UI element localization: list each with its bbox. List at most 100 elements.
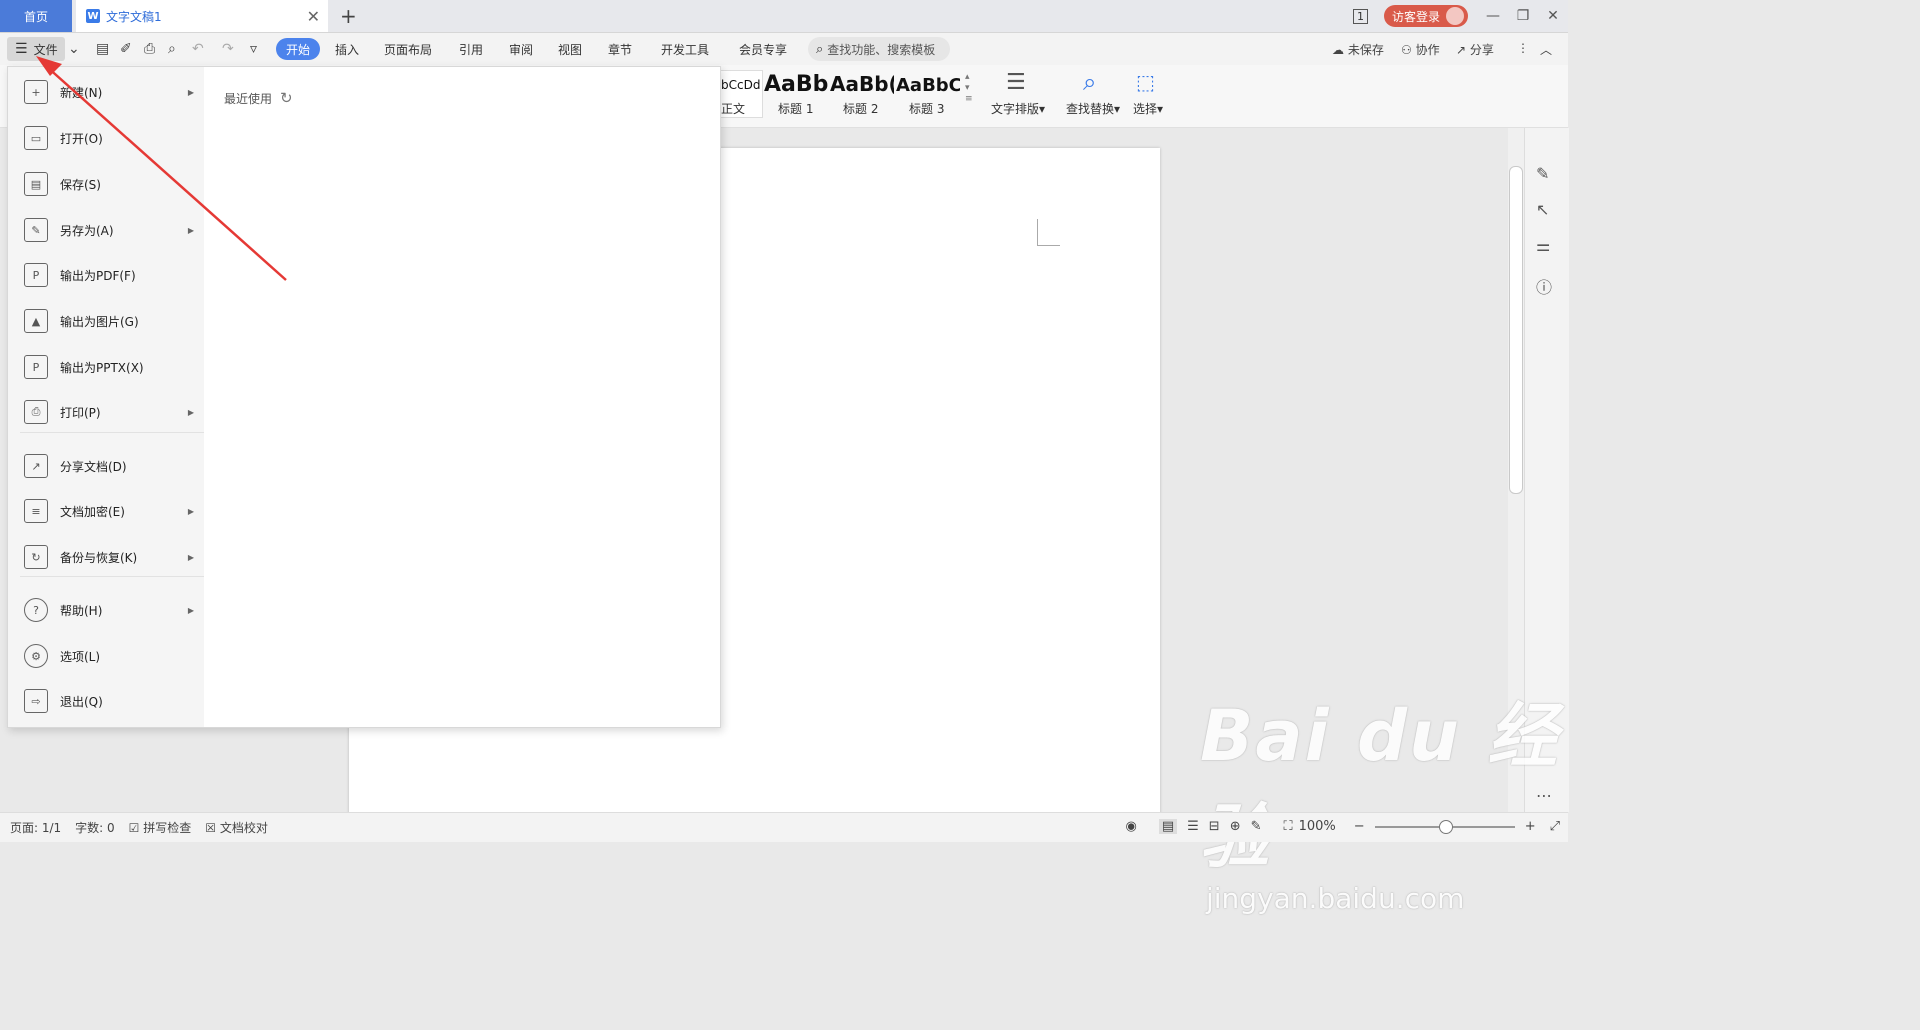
print-quick-icon[interactable]: ⎙: [144, 41, 155, 57]
zoom-in-icon[interactable]: +: [1525, 819, 1536, 834]
tab-view[interactable]: 视图: [558, 41, 582, 58]
help-side-icon[interactable]: ⓘ: [1536, 274, 1552, 298]
tab-member[interactable]: 会员专享: [739, 41, 787, 58]
zoom-slider-knob[interactable]: [1438, 819, 1453, 834]
spell-check-toggle[interactable]: ☑ 拼写检查: [129, 819, 192, 836]
file-menu-item-save-as[interactable]: ✎ 另存为(A) ▶: [8, 210, 204, 250]
read-view-icon[interactable]: ⊟: [1209, 819, 1220, 834]
tab-start[interactable]: 开始: [276, 38, 320, 60]
margin-corner-mark: [1037, 219, 1060, 246]
submenu-arrow-icon: ▶: [187, 605, 194, 615]
tab-document[interactable]: W 文字文稿1 ✕: [76, 0, 328, 32]
refresh-icon[interactable]: ↻: [280, 89, 293, 107]
file-menu-item-label: 保存(S): [60, 177, 101, 192]
file-menu-item-exit[interactable]: ⇨ 退出(Q): [8, 681, 204, 721]
find-replace-icon[interactable]: ⌕: [1083, 68, 1096, 96]
file-menu-item-label: 分享文档(D): [60, 459, 127, 474]
share-doc-icon: ↗: [24, 454, 48, 478]
collapse-ribbon-icon[interactable]: ︿: [1540, 41, 1552, 58]
close-tab-icon[interactable]: ✕: [307, 7, 320, 26]
eye-icon[interactable]: ◉: [1125, 819, 1136, 834]
style-heading2[interactable]: AaBb(: [830, 72, 894, 96]
backup-icon: ↻: [24, 545, 48, 569]
redo-icon[interactable]: ↷: [222, 41, 234, 57]
zoom-slider[interactable]: [1374, 819, 1515, 834]
file-menu-item-help[interactable]: ? 帮助(H) ▶: [8, 590, 204, 630]
zoom-out-icon[interactable]: −: [1354, 819, 1365, 834]
select-text: 选择: [1133, 102, 1158, 116]
new-tab-button[interactable]: +: [340, 4, 357, 28]
file-menu-item-encrypt[interactable]: ≡ 文档加密(E) ▶: [8, 491, 204, 531]
style-heading1[interactable]: AaBb: [764, 72, 828, 97]
word-count[interactable]: 字数: 0: [75, 819, 115, 836]
file-menu-button[interactable]: ☰ 文件: [7, 37, 65, 61]
style-scroll-icon[interactable]: ▴ ▾ ≡: [965, 72, 973, 105]
pen-icon[interactable]: ✎: [1536, 164, 1549, 183]
format-painter-icon[interactable]: ✐: [120, 41, 132, 57]
restore-icon[interactable]: ❐: [1508, 8, 1538, 24]
write-view-icon[interactable]: ✎: [1251, 819, 1262, 834]
undo-icon[interactable]: ↶: [192, 41, 204, 57]
file-menu-item-gear[interactable]: ⚙ 选项(L): [8, 636, 204, 676]
tab-references[interactable]: 引用: [459, 41, 483, 58]
tab-developer[interactable]: 开发工具: [661, 41, 709, 58]
export-image-icon: ▲: [24, 309, 48, 333]
find-replace-label[interactable]: 查找替换▾: [1066, 100, 1120, 117]
file-menu-item-folder-open[interactable]: ▭ 打开(O): [8, 118, 204, 158]
file-menu-item-save[interactable]: ▤ 保存(S): [8, 164, 204, 204]
file-menu-item-backup[interactable]: ↻ 备份与恢复(K) ▶: [8, 537, 204, 577]
share-button[interactable]: ↗ 分享: [1456, 41, 1494, 58]
tab-insert[interactable]: 插入: [335, 41, 359, 58]
file-menu-item-label: 备份与恢复(K): [60, 550, 138, 565]
doc-tab-title: 文字文稿1: [106, 9, 162, 24]
print-preview-icon[interactable]: ⌕: [168, 41, 176, 57]
file-menu-item-export-pptx[interactable]: P 输出为PPTX(X): [8, 347, 204, 387]
tab-sections[interactable]: 章节: [608, 41, 632, 58]
share-icon: ↗: [1456, 43, 1467, 57]
proofread-toggle[interactable]: ☒ 文档校对: [205, 819, 268, 836]
fit-page-icon[interactable]: ⛶: [1284, 819, 1293, 834]
scrollbar-thumb[interactable]: [1509, 166, 1523, 494]
tab-review[interactable]: 审阅: [509, 41, 533, 58]
style-heading3-caption: 标题 3: [909, 102, 945, 116]
file-menu-item-new-doc[interactable]: + 新建(N) ▶: [8, 72, 204, 112]
save-quick-icon[interactable]: ▤: [96, 41, 109, 57]
page-view-icon[interactable]: ▤: [1158, 819, 1178, 834]
select-icon[interactable]: ⬚: [1136, 70, 1155, 94]
cursor-icon[interactable]: ↖: [1536, 200, 1549, 219]
text-layout-label[interactable]: 文字排版▾: [991, 100, 1045, 117]
collab-button[interactable]: ⚇ 协作: [1401, 41, 1440, 58]
file-menu-item-print[interactable]: ⎙ 打印(P) ▶: [8, 392, 204, 432]
function-search-input[interactable]: ⌕ 查找功能、搜索模板: [808, 37, 950, 61]
text-layout-icon[interactable]: ☰: [1006, 70, 1026, 95]
status-right-controls: ◉ ▤ ☰ ⊟ ⊕ ✎ ⛶ 100% − + ⤢: [1125, 812, 1560, 841]
recent-label: 最近使用: [224, 91, 273, 106]
export-pptx-icon: P: [24, 355, 48, 379]
file-menu-item-export-image[interactable]: ▲ 输出为图片(G): [8, 301, 204, 341]
web-view-icon[interactable]: ⊕: [1230, 819, 1241, 834]
chevron-down-icon[interactable]: ⌄: [68, 41, 80, 57]
quick-access-more-icon[interactable]: ▿: [250, 41, 257, 57]
fullscreen-icon[interactable]: ⤢: [1550, 819, 1560, 834]
login-button[interactable]: 访客登录: [1383, 5, 1468, 27]
select-label[interactable]: 选择▾: [1133, 100, 1163, 117]
unsaved-status[interactable]: ☁ 未保存: [1332, 41, 1384, 58]
login-label: 访客登录: [1391, 9, 1440, 24]
tab-home[interactable]: 首页: [0, 0, 72, 32]
tab-page-layout[interactable]: 页面布局: [384, 41, 432, 58]
file-menu-item-share-doc[interactable]: ↗ 分享文档(D): [8, 446, 204, 486]
page-count-badge[interactable]: 1: [1352, 8, 1368, 24]
word-doc-icon: W: [86, 9, 100, 23]
file-menu-item-export-pdf[interactable]: P 输出为PDF(F): [8, 255, 204, 295]
style-heading3[interactable]: AaBbC: [896, 75, 960, 96]
zoom-value[interactable]: 100%: [1299, 819, 1336, 834]
outline-view-icon[interactable]: ☰: [1187, 819, 1199, 834]
more-options-icon[interactable]: ⋮: [1517, 41, 1529, 55]
adjust-icon[interactable]: ⚌: [1536, 236, 1550, 255]
minimize-icon[interactable]: —: [1478, 8, 1508, 24]
close-window-icon[interactable]: ✕: [1538, 8, 1568, 24]
file-menu-item-label: 输出为PPTX(X): [60, 360, 144, 375]
page-indicator[interactable]: 页面: 1/1: [10, 819, 61, 836]
exit-icon: ⇨: [24, 689, 48, 713]
new-doc-icon: +: [24, 80, 48, 104]
